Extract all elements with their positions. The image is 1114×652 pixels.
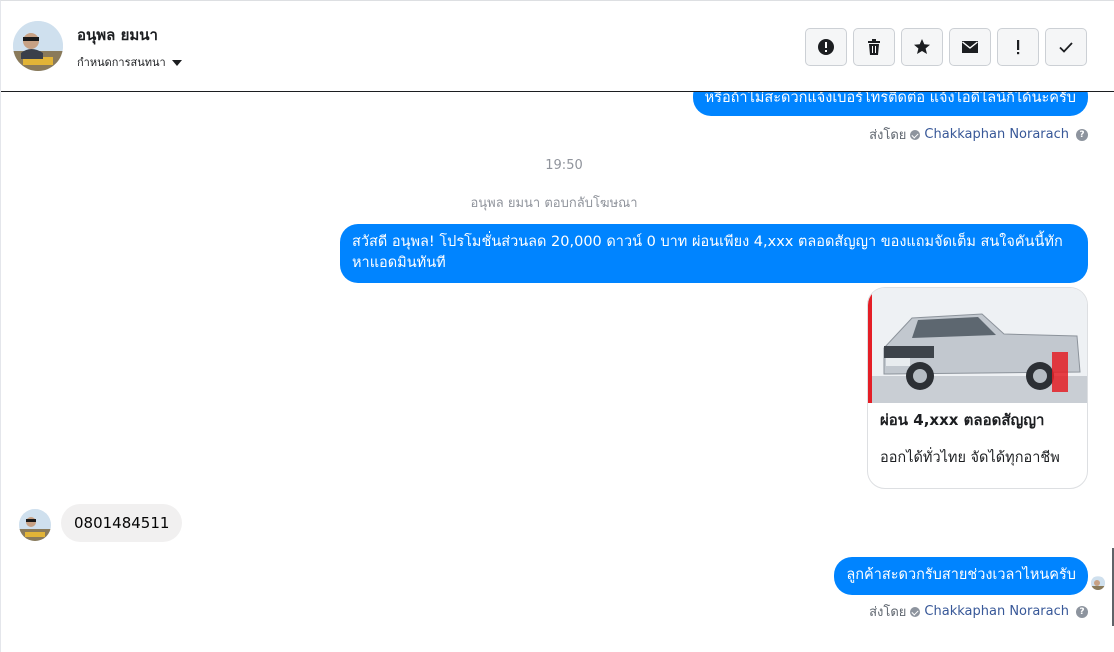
mark-unread-button[interactable] (949, 28, 991, 66)
exclamation-icon (1017, 40, 1020, 55)
ad-card-title: ผ่อน 4,xxx ตลอดสัญญา (880, 411, 1045, 429)
outgoing-message-bubble[interactable]: ลูกค้าสะดวกรับสายช่วงเวลาไหนครับ (834, 557, 1088, 595)
sender-name-link[interactable]: Chakkaphan Norarach (924, 127, 1069, 142)
star-icon (914, 39, 930, 54)
outgoing-message-bubble[interactable]: หรือถ้าไม่สะดวกแจ้งเบอร์โทรติดต่อ แจ้งไอ… (692, 92, 1088, 116)
verified-check-icon (910, 129, 921, 140)
ad-card[interactable]: ผ่อน 4,xxx ตลอดสัญญา ออกได้ทั่วไทย จัดได… (867, 287, 1088, 489)
contact-name[interactable]: อนุพล ยมนา (77, 23, 158, 47)
message-timestamp: 19:50 (545, 158, 583, 173)
conversation-header: อนุพล ยมนา กำหนดการสนทนา (1, 1, 1114, 92)
help-icon[interactable]: ? (1076, 128, 1088, 141)
sent-by-prefix: ส่งโดย (869, 605, 907, 620)
message-list[interactable]: หรือถ้าไม่สะดวกแจ้งเบอร์โทรติดต่อ แจ้งไอ… (1, 92, 1114, 652)
outgoing-promo-bubble[interactable]: สวัสดี อนุพล! โปรโมชั่นส่วนลด 20,000 ดาว… (340, 224, 1088, 283)
mark-important-button[interactable] (997, 28, 1039, 66)
ad-reply-note: อนุพล ยมนา ตอบกลับโฆษณา (470, 196, 638, 211)
mark-done-button[interactable] (1045, 28, 1087, 66)
sender-name-link[interactable]: Chakkaphan Norarach (924, 604, 1069, 619)
star-button[interactable] (901, 28, 943, 66)
incoming-message-bubble[interactable]: 0801484511 (61, 504, 183, 542)
help-icon[interactable]: ? (1076, 605, 1088, 618)
contact-avatar-small[interactable] (19, 509, 51, 541)
sent-by-prefix: ส่งโดย (869, 128, 907, 143)
verified-check-icon (910, 606, 921, 617)
trash-icon (868, 39, 880, 55)
envelope-icon (962, 41, 978, 53)
delete-button[interactable] (853, 28, 895, 66)
ad-card-image (868, 288, 1087, 403)
conversation-panel: อนุพล ยมนา กำหนดการสนทนา หรือถ้าไม่สะดวก… (0, 0, 1114, 652)
conversation-toolbar (805, 28, 1087, 66)
sent-by-line: ส่งโดย Chakkaphan Norarach ? (869, 124, 1088, 145)
mark-spam-button[interactable] (805, 28, 847, 66)
alert-circle-icon (818, 39, 834, 55)
assign-conversation-dropdown[interactable]: กำหนดการสนทนา (77, 53, 182, 71)
caret-down-icon (171, 59, 182, 66)
seen-avatar-icon (1091, 576, 1105, 590)
ad-card-subtitle: ออกได้ทั่วไทย จัดได้ทุกอาชีพ (880, 450, 1060, 466)
assign-label: กำหนดการสนทนา (77, 56, 166, 69)
check-icon (1059, 42, 1073, 53)
contact-avatar[interactable] (13, 21, 63, 71)
sent-by-line: ส่งโดย Chakkaphan Norarach ? (869, 601, 1088, 622)
